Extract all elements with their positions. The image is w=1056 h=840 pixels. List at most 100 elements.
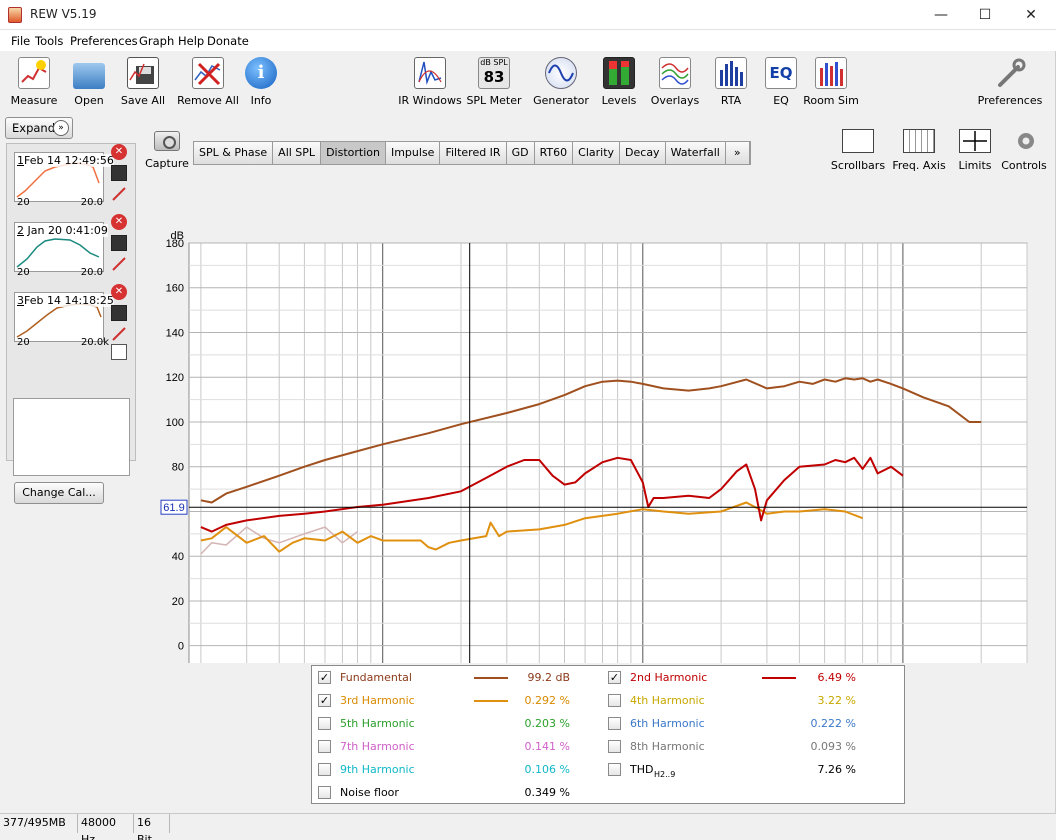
menu-preferences[interactable]: Preferences xyxy=(70,34,138,48)
pen-icon[interactable] xyxy=(111,326,127,342)
app-icon xyxy=(8,7,22,23)
legend-checkbox[interactable] xyxy=(608,717,621,730)
legend-value: 0.292 % xyxy=(524,694,570,707)
pen-icon[interactable] xyxy=(111,256,127,272)
measurement-card[interactable]: 1Feb 14 12:49:56 20 20.0 ✕ xyxy=(11,144,135,210)
info-button[interactable]: i Info xyxy=(229,57,293,109)
tab-clarity[interactable]: Clarity xyxy=(573,142,621,164)
legend-name: 4th Harmonic xyxy=(630,694,705,707)
levels-icon xyxy=(603,57,635,89)
legend-value: 0.349 % xyxy=(524,786,570,799)
maximize-button[interactable]: ☐ xyxy=(962,0,1008,30)
room-sim-button[interactable]: Room Sim xyxy=(799,57,863,109)
remove-all-icon xyxy=(192,57,224,89)
legend-row: ✓ 2nd Harmonic 6.49 % xyxy=(608,668,896,688)
distortion-graph[interactable]: 1801601401201008040200dB2030405060801003… xyxy=(146,229,1046,663)
legend-checkbox[interactable] xyxy=(608,694,621,707)
cursor-y-label: 61.9 xyxy=(163,502,184,514)
notes-icon[interactable] xyxy=(111,344,127,360)
change-cal-button[interactable]: Change Cal... xyxy=(14,482,104,504)
scrollbars-icon xyxy=(842,129,874,153)
close-window-button[interactable]: ✕ xyxy=(1008,0,1054,30)
legend-value: 0.106 % xyxy=(524,763,570,776)
tab-filtered-ir[interactable]: Filtered IR xyxy=(440,142,507,164)
legend-value: 6.49 % xyxy=(817,671,856,684)
legend-checkbox[interactable]: ✓ xyxy=(608,671,621,684)
info-icon: i xyxy=(245,57,277,89)
plot-area xyxy=(188,242,1028,663)
legend-name: 3rd Harmonic xyxy=(340,694,415,707)
preferences-button[interactable]: Preferences xyxy=(978,57,1042,109)
legend-name: Fundamental xyxy=(340,671,412,684)
y-tick-label: 140 xyxy=(166,327,184,339)
more-tabs-button[interactable]: » xyxy=(725,142,750,164)
y-unit-label: dB xyxy=(171,230,184,242)
menu-donate[interactable]: Donate xyxy=(207,34,249,48)
legend-value: 7.26 % xyxy=(817,763,856,776)
legend-checkbox[interactable]: ✓ xyxy=(318,671,331,684)
measurement-card[interactable]: 2 Jan 20 0:41:09 20 20.0 ✕ xyxy=(11,214,135,280)
legend-row: 7th Harmonic 0.141 % xyxy=(318,737,606,757)
y-tick-label: 20 xyxy=(172,596,184,608)
legend-checkbox[interactable] xyxy=(318,786,331,799)
tab-spl-phase[interactable]: SPL & Phase xyxy=(194,142,274,164)
legend-value: 0.203 % xyxy=(524,717,570,730)
menu-graph[interactable]: Graph xyxy=(139,34,174,48)
y-tick-label: 40 xyxy=(172,551,184,563)
y-tick-label: 100 xyxy=(166,417,184,429)
legend-name: Noise floor xyxy=(340,786,399,799)
title-bar: REW V5.19 — ☐ ✕ xyxy=(0,0,1056,30)
tab-gd[interactable]: GD xyxy=(506,142,535,164)
scrollbars-button[interactable]: Scrollbars xyxy=(830,129,886,173)
folder-icon xyxy=(73,63,105,89)
save-all-icon xyxy=(127,57,159,89)
spl-meter-button[interactable]: dB SPL 83 SPL Meter xyxy=(462,57,526,109)
controls-button[interactable]: Controls xyxy=(996,129,1052,173)
measurement-card[interactable]: 3Feb 14 14:18:25 20 20.0k ✕ xyxy=(11,284,135,360)
tab-rt60[interactable]: RT60 xyxy=(534,142,574,164)
delete-measurement-icon[interactable]: ✕ xyxy=(111,284,127,300)
double-chevron-right-icon: » xyxy=(53,120,69,136)
legend-checkbox[interactable] xyxy=(608,740,621,753)
menu-file[interactable]: File xyxy=(11,34,30,48)
legend-row: ✓ 3rd Harmonic 0.292 % xyxy=(318,691,606,711)
edit-measurement-icon[interactable] xyxy=(111,305,127,321)
legend-name: 2nd Harmonic xyxy=(630,671,708,684)
menu-tools[interactable]: Tools xyxy=(35,34,63,48)
tab-decay[interactable]: Decay xyxy=(620,142,666,164)
capture-button[interactable]: Capture xyxy=(145,131,189,171)
measurement-list-empty-area xyxy=(13,398,130,476)
menu-bar: File Tools Preferences Graph Help Donate xyxy=(0,31,1056,51)
tab-all-spl[interactable]: All SPL xyxy=(273,142,322,164)
legend-value: 99.2 dB xyxy=(527,671,570,684)
expand-button[interactable]: Expand » xyxy=(5,117,73,139)
edit-measurement-icon[interactable] xyxy=(111,235,127,251)
legend-checkbox[interactable] xyxy=(318,717,331,730)
delete-measurement-icon[interactable]: ✕ xyxy=(111,144,127,160)
legend-checkbox[interactable] xyxy=(318,763,331,776)
wrench-icon xyxy=(994,57,1026,89)
limits-icon xyxy=(959,129,991,153)
delete-measurement-icon[interactable]: ✕ xyxy=(111,214,127,230)
legend-row: 6th Harmonic 0.222 % xyxy=(608,714,896,734)
camera-icon xyxy=(154,131,180,151)
legend-row: 8th Harmonic 0.093 % xyxy=(608,737,896,757)
measurements-panel: 1Feb 14 12:49:56 20 20.0 ✕ 2 Jan 20 0:41… xyxy=(6,143,136,504)
menu-help[interactable]: Help xyxy=(178,34,204,48)
legend-checkbox[interactable] xyxy=(608,763,621,776)
legend-checkbox[interactable]: ✓ xyxy=(318,694,331,707)
memory-status: 377/495MB xyxy=(0,814,78,833)
graph-tabs: SPL & Phase All SPL Distortion Impulse F… xyxy=(193,141,751,165)
legend-row: THD H2..9 7.26 % xyxy=(608,760,896,780)
minimize-button[interactable]: — xyxy=(918,0,964,30)
legend-name: 8th Harmonic xyxy=(630,740,705,753)
y-tick-label: 120 xyxy=(166,372,184,384)
tab-impulse[interactable]: Impulse xyxy=(385,142,441,164)
legend-name: THD xyxy=(630,763,654,776)
tab-distortion[interactable]: Distortion xyxy=(321,142,386,164)
legend-row: 9th Harmonic 0.106 % xyxy=(318,760,606,780)
edit-measurement-icon[interactable] xyxy=(111,165,127,181)
legend-checkbox[interactable] xyxy=(318,740,331,753)
tab-waterfall[interactable]: Waterfall xyxy=(665,142,726,164)
pen-icon[interactable] xyxy=(111,186,127,202)
